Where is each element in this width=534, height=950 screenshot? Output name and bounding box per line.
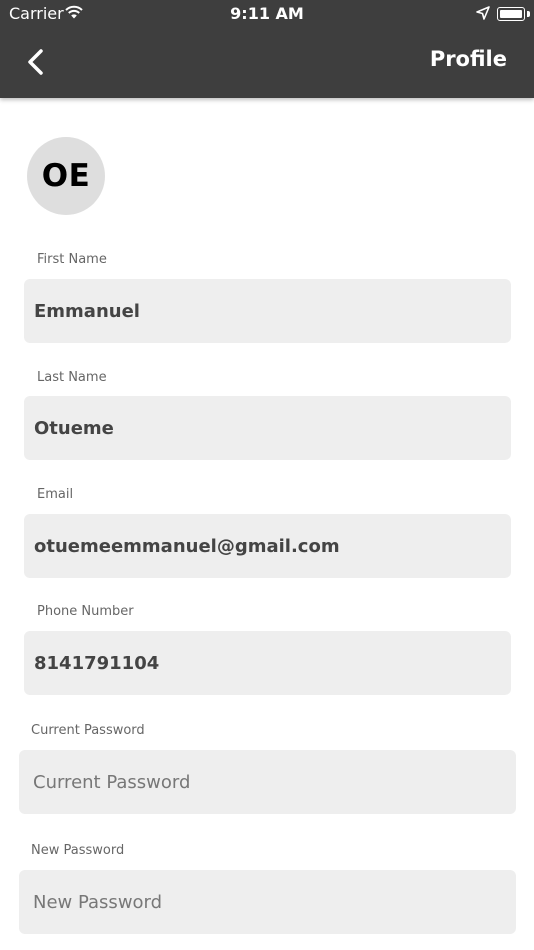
status-time: 9:11 AM xyxy=(230,4,304,23)
status-bar: Carrier 9:11 AM xyxy=(0,0,534,28)
last-name-value: Otueme xyxy=(34,417,114,439)
battery-tip xyxy=(527,11,530,17)
current-password-field[interactable] xyxy=(19,750,516,814)
first-name-value: Emmanuel xyxy=(34,300,140,322)
location-arrow-icon xyxy=(476,5,490,24)
new-password-input[interactable] xyxy=(31,890,516,914)
page-title: Profile xyxy=(429,47,507,71)
back-button[interactable] xyxy=(24,48,48,78)
last-name-label: Last Name xyxy=(37,370,107,385)
first-name-field[interactable]: Emmanuel xyxy=(24,279,511,343)
first-name-label: First Name xyxy=(37,252,107,267)
current-password-label: Current Password xyxy=(31,723,145,738)
email-field[interactable]: otuemeemmanuel@gmail.com xyxy=(24,514,511,578)
phone-label: Phone Number xyxy=(37,604,134,619)
email-value: otuemeemmanuel@gmail.com xyxy=(34,535,340,557)
avatar: OE xyxy=(27,137,105,215)
battery-icon xyxy=(497,7,525,21)
last-name-field[interactable]: Otueme xyxy=(24,396,511,460)
new-password-label: New Password xyxy=(31,843,125,858)
phone-value: 8141791104 xyxy=(34,652,160,674)
new-password-field[interactable] xyxy=(19,870,516,934)
current-password-input[interactable] xyxy=(31,770,516,794)
email-label: Email xyxy=(37,487,74,502)
nav-header: Carrier 9:11 AM Profile xyxy=(0,0,534,98)
chevron-left-icon xyxy=(28,49,43,75)
phone-field[interactable]: 8141791104 xyxy=(24,631,511,695)
